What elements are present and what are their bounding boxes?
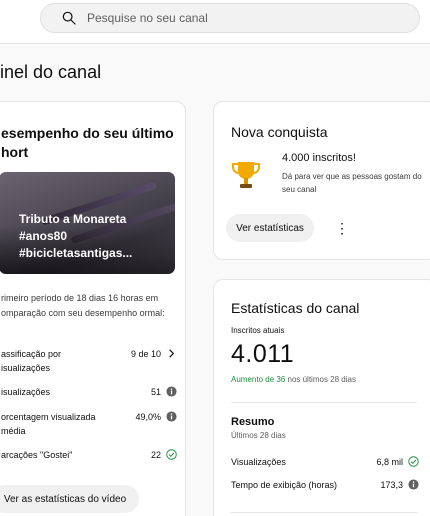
search-icon[interactable] (61, 10, 77, 26)
achievement-message: Dá para ver que as pessoas gostam do seu… (282, 172, 422, 194)
summary-period: Últimos 28 dias (231, 431, 286, 440)
info-icon[interactable] (166, 386, 177, 397)
summary-title: Resumo (231, 416, 275, 428)
stat-value: 6,8 mil (376, 457, 403, 467)
subscriber-growth: Aumento de 36 nos últimos 28 dias (231, 375, 356, 384)
stat-value: 9 de 10 (130, 349, 161, 359)
more-options-icon[interactable]: ⋮ (332, 218, 352, 238)
stat-label: Tempo de exibição (horas) (231, 480, 338, 490)
view-video-stats-button[interactable]: Ver as estatísticas do vídeo (0, 485, 139, 513)
stat-value: 51 (150, 387, 161, 397)
card-title: esempenho do seu último hort (1, 125, 174, 160)
achievement-card: Nova conquista 4.000 inscritos! Dá para … (213, 101, 430, 260)
divider (231, 402, 417, 403)
page-title: inel do canal (0, 62, 102, 82)
info-icon[interactable] (166, 411, 177, 422)
stat-label: isualizações (1, 387, 51, 397)
latest-short-card: esempenho do seu último hort Tributo a M… (0, 101, 186, 516)
chevron-right-icon[interactable] (166, 348, 177, 359)
video-thumbnail[interactable]: Tributo a Monareta #anos80 #bicicletasan… (0, 172, 175, 274)
stat-label: assificação por isualizações (1, 349, 62, 373)
growth-period: nos últimos 28 dias (285, 375, 356, 384)
stat-value: 49,0% (135, 412, 161, 422)
search-box[interactable] (40, 3, 420, 33)
comparison-description: rimeiro período de 18 dias 16 horas em o… (1, 293, 165, 318)
stat-label: arcações "Gostei" (1, 450, 73, 460)
subscribers-label: Inscritos atuais (231, 326, 285, 335)
divider (231, 512, 417, 513)
view-stats-button[interactable]: Ver estatísticas (226, 214, 314, 242)
subscriber-count: 4.011 (231, 340, 295, 368)
stat-label: Visualizações (231, 457, 286, 467)
thumbnail-caption: Tributo a Monareta #anos80 #bicicletasan… (19, 212, 133, 260)
stat-value: 22 (150, 450, 161, 460)
top-bar (0, 0, 430, 44)
growth-highlight: Aumento de 36 (231, 375, 286, 384)
check-circle-icon (408, 456, 419, 467)
check-circle-icon (166, 449, 177, 460)
achievement-headline: 4.000 inscritos! (282, 152, 356, 164)
stat-value: 173,3 (380, 480, 403, 490)
card-title: Nova conquista (231, 124, 328, 140)
channel-stats-card: Estatísticas do canal Inscritos atuais 4… (213, 279, 430, 516)
card-title: Estatísticas do canal (231, 300, 360, 316)
info-icon[interactable] (408, 479, 419, 490)
trophy-icon (232, 162, 260, 188)
stat-label: orcentagem visualizada média (1, 412, 96, 436)
search-input[interactable] (87, 11, 387, 25)
